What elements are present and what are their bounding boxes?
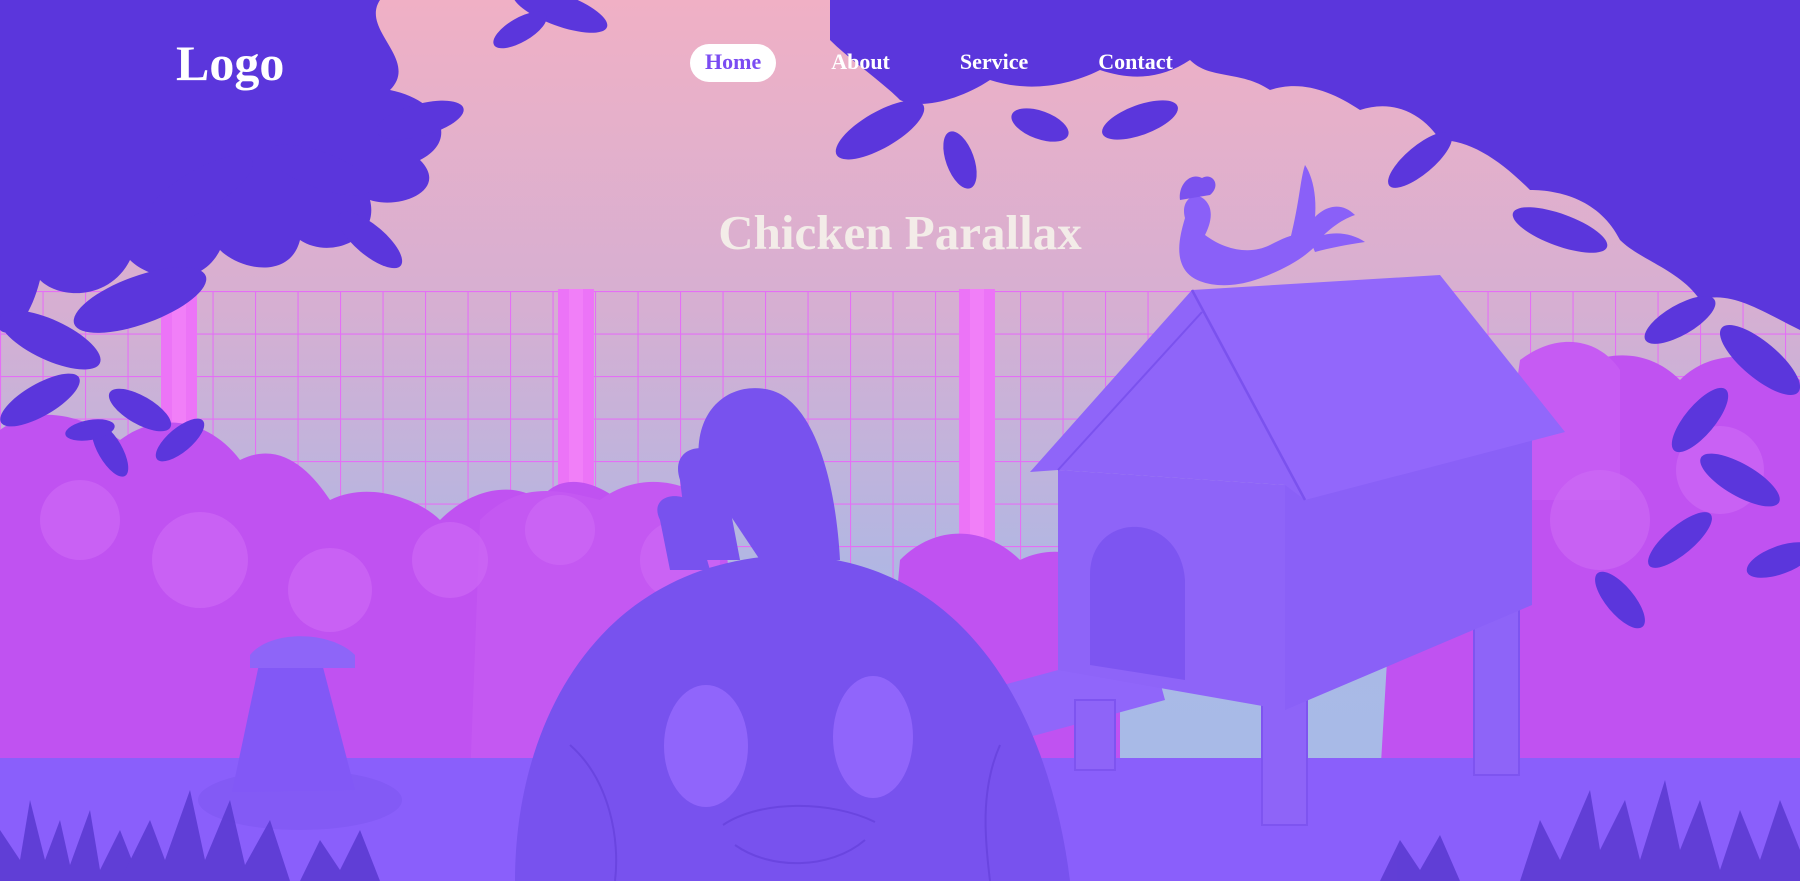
background-scene xyxy=(0,0,1800,881)
nav-about-link[interactable]: About xyxy=(816,44,905,82)
main-nav: Home About Service Contact xyxy=(690,44,1228,82)
nav-contact-link[interactable]: Contact xyxy=(1083,44,1188,82)
logo[interactable]: Logo xyxy=(176,34,284,92)
nav-home-link[interactable]: Home xyxy=(690,44,777,82)
hero-title: Chicken Parallax xyxy=(718,205,1082,260)
site-header: Logo Home About Service Contact xyxy=(0,0,1800,130)
nav-service-link[interactable]: Service xyxy=(945,44,1043,82)
